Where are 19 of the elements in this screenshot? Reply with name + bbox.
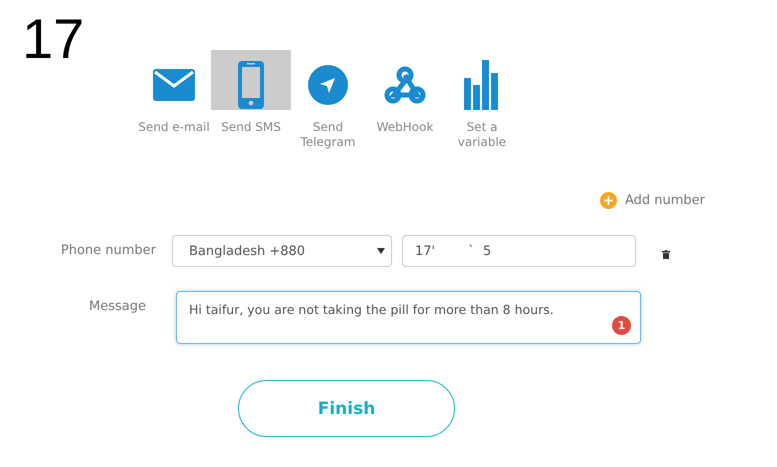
action-tile[interactable]: WebHook (365, 50, 445, 150)
action-tile[interactable]: Send Telegram (288, 50, 368, 150)
message-text: Hi taifur, you are not taking the pill for more than 8 hours. (189, 302, 554, 317)
plus-icon: + (600, 192, 617, 209)
dropdown-caret-icon (377, 248, 385, 254)
step-number: 17 (22, 8, 84, 70)
phone-number-label: Phone number (60, 242, 156, 258)
smartphone-icon (237, 60, 265, 110)
message-field[interactable]: Hi taifur, you are not taking the pill for more than 8 hours. 1 (176, 291, 641, 344)
action-tile[interactable]: Send e-mail (134, 50, 214, 150)
count-badge: 1 (612, 316, 631, 335)
action-tile[interactable]: Set a variable (442, 50, 522, 150)
trash-icon[interactable] (662, 250, 670, 259)
finish-button[interactable]: Finish (238, 380, 455, 437)
add-number-button[interactable]: + Add number (600, 192, 705, 209)
message-label: Message (88, 298, 146, 314)
bar-chart-icon (464, 60, 500, 110)
country-select[interactable]: Bangladesh +880 (172, 235, 392, 267)
phone-input[interactable]: 17' ` 5 (402, 235, 636, 267)
